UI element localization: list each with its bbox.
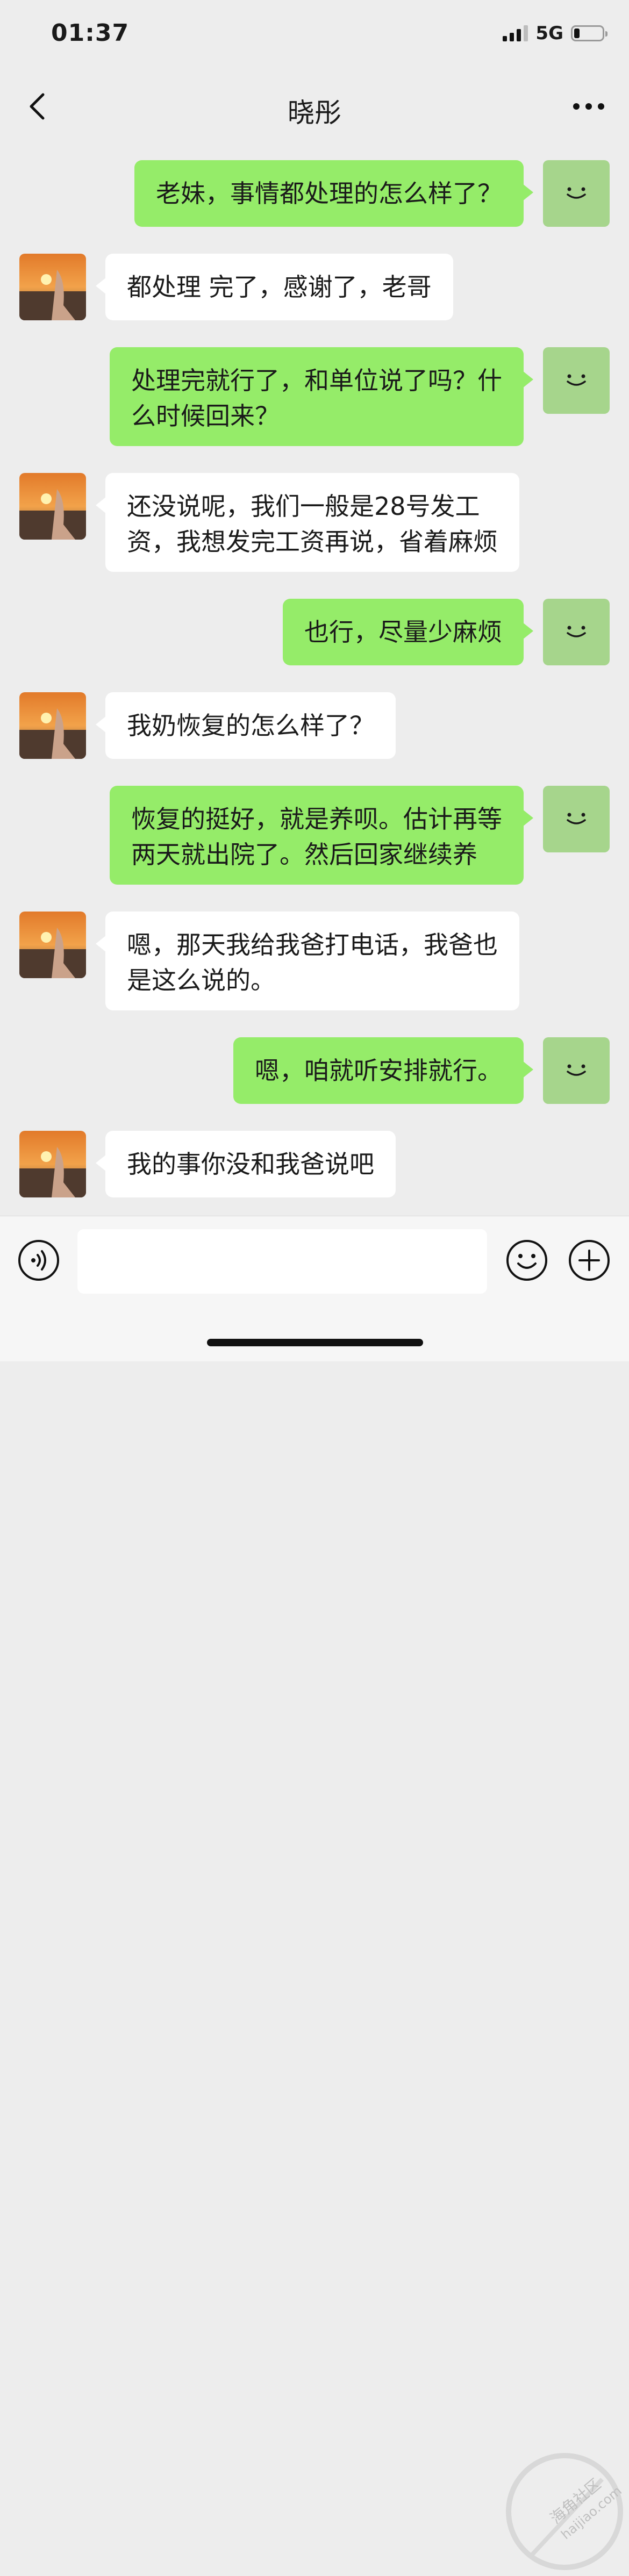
signal-icon	[503, 25, 528, 41]
avatar-photo	[19, 912, 86, 978]
message-bubble-self[interactable]: 恢复的挺好，就是养呗。估计再等 两天就出院了。然后回家继续养	[110, 786, 533, 885]
smile-icon	[567, 374, 586, 386]
message-bubble-self[interactable]: 处理完就行了，和单位说了吗？什 么时候回来？	[110, 347, 533, 446]
avatar-photo	[19, 692, 86, 759]
contact-avatar[interactable]	[19, 1131, 86, 1197]
message-bubble-self[interactable]: 嗯，咱就听安排就行。	[233, 1037, 533, 1104]
more-icon	[573, 103, 604, 110]
smile-icon	[567, 813, 586, 824]
battery-icon	[571, 25, 607, 41]
voice-button[interactable]	[17, 1239, 60, 1282]
emoji-icon	[506, 1240, 547, 1281]
contact-avatar[interactable]	[19, 254, 86, 320]
plus-icon	[569, 1240, 610, 1281]
status-time: 01:37	[51, 19, 130, 47]
smile-icon	[567, 1064, 586, 1076]
plus-button[interactable]	[568, 1239, 611, 1282]
smile-icon	[567, 187, 586, 199]
contact-avatar[interactable]	[19, 692, 86, 759]
network-type: 5G	[535, 23, 563, 44]
message-input[interactable]	[77, 1229, 487, 1294]
watermark-logo: 海角社区 haijiao.com	[506, 2453, 625, 2570]
emoji-button[interactable]	[505, 1239, 548, 1282]
message-bubble-contact[interactable]: 都处理 完了，感谢了，老哥	[96, 254, 453, 320]
message-bubble-contact[interactable]: 我奶恢复的怎么样了？	[96, 692, 396, 759]
message-bubble-contact[interactable]: 嗯，那天我给我爸打电话，我爸也 是这么说的。	[96, 912, 519, 1010]
status-bar: 01:37 5G	[0, 0, 629, 71]
contact-avatar[interactable]	[19, 912, 86, 978]
self-avatar[interactable]	[543, 599, 610, 665]
status-indicators: 5G	[503, 23, 607, 44]
message-bubble-self[interactable]: 也行，尽量少麻烦	[283, 599, 533, 665]
message-bubble-contact[interactable]: 我的事你没和我爸说吧	[96, 1131, 396, 1197]
avatar-photo	[19, 1131, 86, 1197]
smile-icon	[567, 626, 586, 637]
nav-bar: 晓彤	[0, 71, 629, 142]
self-avatar[interactable]	[543, 347, 610, 414]
voice-icon	[18, 1240, 59, 1281]
more-button[interactable]	[570, 91, 607, 121]
contact-avatar[interactable]	[19, 473, 86, 540]
chat-list[interactable]: 老妹，事情都处理的怎么样了？ 都处理 完了，感谢了，老哥 处理完就行了，和单位说…	[0, 142, 629, 1217]
input-bar: 海角社区 haijiao.com	[0, 1216, 629, 2570]
self-avatar[interactable]	[543, 1037, 610, 1104]
avatar-photo	[19, 254, 86, 320]
message-bubble-self[interactable]: 老妹，事情都处理的怎么样了？	[134, 160, 533, 227]
self-avatar[interactable]	[543, 786, 610, 852]
home-indicator[interactable]	[207, 1339, 423, 1346]
self-avatar[interactable]	[543, 160, 610, 227]
avatar-photo	[19, 473, 86, 540]
message-bubble-contact[interactable]: 还没说呢，我们一般是28号发工 资，我想发完工资再说，省着麻烦	[96, 473, 519, 572]
chat-title: 晓彤	[288, 97, 341, 128]
